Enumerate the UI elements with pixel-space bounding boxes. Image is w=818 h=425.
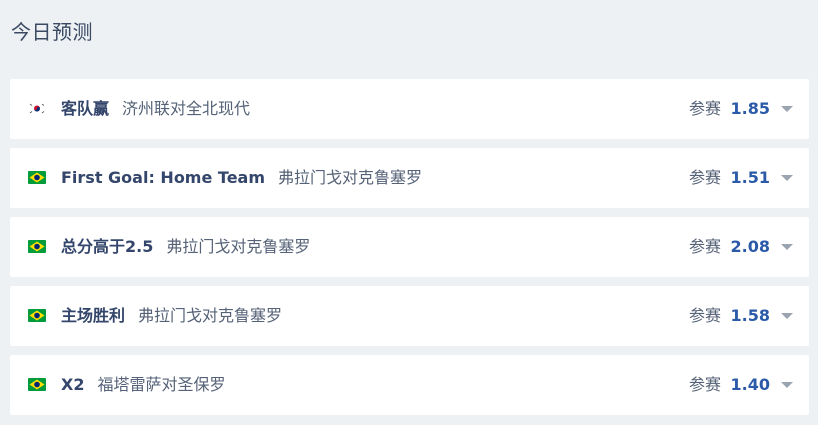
market-name: 主场胜利 弗拉门戈对克鲁塞罗 (61, 286, 282, 346)
market-label: 主场胜利 (61, 306, 126, 325)
match-name: 弗拉门戈对克鲁塞罗 (278, 168, 423, 187)
market-name: X2 福塔雷萨对圣保罗 (61, 355, 225, 415)
chevron-down-icon[interactable] (781, 175, 793, 181)
odds-value[interactable]: 1.40 (731, 355, 770, 415)
predictions-list: 客队赢 济州联对全北现代 参赛 1.85 First Goal: Home Tea… (10, 79, 809, 424)
match-name: 福塔雷萨对圣保罗 (97, 375, 226, 394)
match-name: 弗拉门戈对克鲁塞罗 (138, 306, 283, 325)
bet-label: 参赛 (688, 375, 721, 394)
odds-value[interactable]: 2.08 (731, 217, 770, 277)
odds-value[interactable]: 1.85 (731, 79, 770, 139)
prediction-row[interactable]: 总分高于2.5 弗拉门戈对克鲁塞罗 参赛 2.08 (10, 217, 809, 277)
market-label: 客队赢 (61, 99, 110, 118)
chevron-down-icon[interactable] (781, 106, 793, 112)
market-label: First Goal: Home Team (61, 168, 266, 187)
prediction-row[interactable]: 客队赢 济州联对全北现代 参赛 1.85 (10, 79, 809, 139)
brazil-flag-icon (28, 240, 46, 253)
page-title: 今日预测 (11, 20, 93, 44)
market-label: 总分高于2.5 (61, 237, 154, 256)
brazil-flag-icon (28, 378, 46, 391)
match-name: 弗拉门戈对克鲁塞罗 (166, 237, 311, 256)
match-name: 济州联对全北现代 (122, 99, 251, 118)
market-name: First Goal: Home Team 弗拉门戈对克鲁塞罗 (61, 148, 422, 208)
brazil-flag-icon (28, 309, 46, 322)
prediction-row[interactable]: First Goal: Home Team 弗拉门戈对克鲁塞罗 参赛 1.51 (10, 148, 809, 208)
bet-label: 参赛 (688, 99, 721, 118)
prediction-row[interactable]: X2 福塔雷萨对圣保罗 参赛 1.40 (10, 355, 809, 415)
odds-value[interactable]: 1.58 (731, 286, 770, 346)
chevron-down-icon[interactable] (781, 313, 793, 319)
market-label: X2 (61, 375, 85, 394)
bet-label: 参赛 (688, 168, 721, 187)
chevron-down-icon[interactable] (781, 244, 793, 250)
market-name: 客队赢 济州联对全北现代 (61, 79, 250, 139)
brazil-flag-icon (28, 171, 46, 184)
prediction-row[interactable]: 主场胜利 弗拉门戈对克鲁塞罗 参赛 1.58 (10, 286, 809, 346)
bet-label: 参赛 (688, 237, 721, 256)
market-name: 总分高于2.5 弗拉门戈对克鲁塞罗 (61, 217, 310, 277)
chevron-down-icon[interactable] (781, 382, 793, 388)
south-korea-flag-icon (28, 102, 46, 115)
odds-value[interactable]: 1.51 (731, 148, 770, 208)
bet-label: 参赛 (688, 306, 721, 325)
